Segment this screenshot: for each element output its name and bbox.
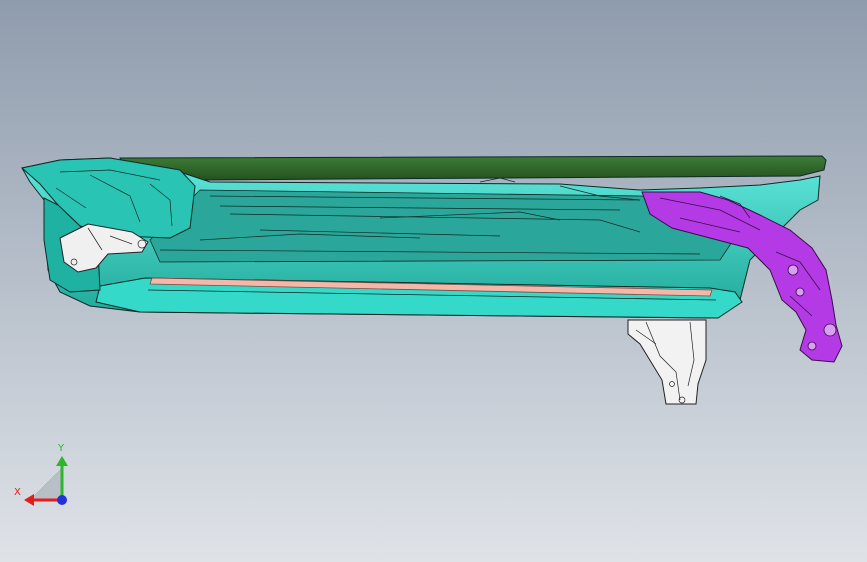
- triad-x-label: X: [14, 487, 21, 498]
- cad-3d-viewport[interactable]: Y X: [0, 0, 867, 562]
- triad-y-label: Y: [58, 443, 65, 454]
- z-axis-dot: [57, 495, 67, 505]
- model-scene[interactable]: [0, 0, 867, 562]
- top-cover-panel[interactable]: [119, 155, 827, 181]
